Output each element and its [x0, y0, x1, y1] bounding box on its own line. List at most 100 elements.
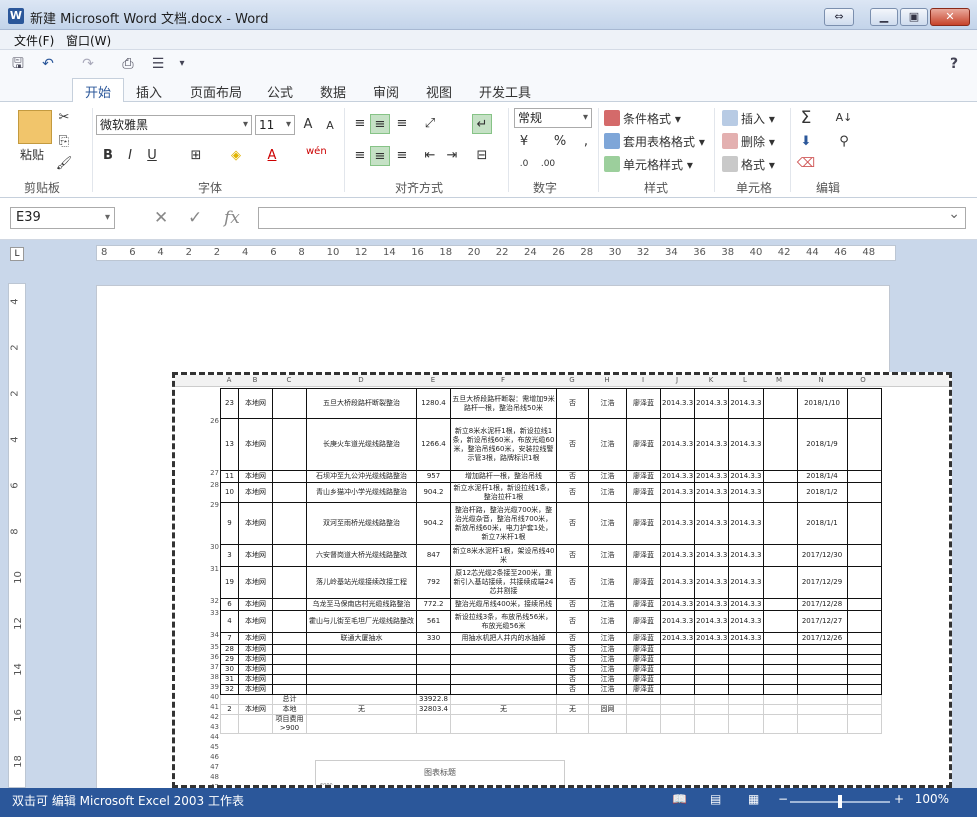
find-select-icon[interactable]: ⚲	[834, 132, 854, 152]
table-cell[interactable]	[220, 694, 239, 705]
table-cell[interactable]	[220, 714, 239, 734]
table-cell[interactable]: 28	[220, 644, 239, 655]
insert-function-icon[interactable]: fx	[224, 208, 240, 228]
delete-cells-button[interactable]: 删除 ▾	[722, 133, 775, 150]
table-cell[interactable]: 23	[220, 388, 239, 419]
table-cell[interactable]: 江浩	[588, 610, 627, 633]
format-cells-button[interactable]: 格式 ▾	[722, 156, 775, 173]
table-cell[interactable]: 561	[416, 610, 451, 633]
table-cell[interactable]	[762, 388, 798, 419]
table-cell[interactable]	[762, 704, 798, 715]
table-cell[interactable]: 石坝冲至九公沖光缆线路整治	[306, 470, 417, 483]
horizontal-ruler[interactable]: 8 6 4 2 2 4 6 8 10 12 14 16 18 20 22 24 26 28 30 32 34 36 38 40…	[96, 245, 896, 261]
table-cell[interactable]	[796, 674, 848, 685]
number-format-combo[interactable]: 常规	[514, 108, 592, 128]
table-cell[interactable]	[450, 654, 557, 665]
table-cell[interactable]: 廖泽蓝	[626, 674, 661, 685]
column-header[interactable]: E	[416, 376, 450, 384]
table-cell[interactable]: 五旦大桥段路杆断裂整治	[306, 388, 417, 419]
table-cell[interactable]	[846, 566, 882, 599]
fill-icon[interactable]: ⬇	[796, 132, 816, 152]
table-cell[interactable]: 否	[556, 388, 589, 419]
tab-formulas[interactable]: 公式	[267, 82, 293, 101]
table-cell[interactable]: 江浩	[588, 388, 627, 419]
table-cell[interactable]: 廖泽蓝	[626, 684, 661, 695]
table-cell[interactable]: 新立8米水泥杆1根，架设吊线40米	[450, 544, 557, 567]
table-cell[interactable]	[694, 664, 730, 675]
table-cell[interactable]: 2014.3.3	[728, 598, 764, 611]
table-cell[interactable]: 总计	[272, 694, 307, 705]
table-cell[interactable]	[416, 684, 451, 695]
table-cell[interactable]	[762, 598, 798, 611]
table-cell[interactable]	[272, 644, 307, 655]
table-cell[interactable]: 7	[220, 632, 239, 645]
table-cell[interactable]	[846, 704, 882, 715]
table-cell[interactable]: 2014.3.3	[659, 544, 696, 567]
table-cell[interactable]	[846, 598, 882, 611]
table-cell[interactable]: 957	[416, 470, 451, 483]
table-cell[interactable]: 32	[220, 684, 239, 695]
table-cell[interactable]: 13	[220, 418, 239, 471]
web-layout-icon[interactable]: ▦	[748, 792, 759, 806]
maximize-button[interactable]: ▣	[900, 8, 928, 26]
table-cell[interactable]	[762, 482, 798, 503]
table-cell[interactable]: 否	[556, 544, 589, 567]
table-cell[interactable]	[450, 664, 557, 675]
row-number[interactable]: 45	[187, 743, 219, 751]
table-cell[interactable]: 否	[556, 610, 589, 633]
table-cell[interactable]	[728, 674, 764, 685]
table-cell[interactable]	[762, 654, 798, 665]
row-number[interactable]: 32	[187, 597, 219, 605]
table-cell[interactable]	[762, 684, 798, 695]
table-cell[interactable]	[659, 664, 696, 675]
decrease-decimal-icon[interactable]: .00	[538, 154, 558, 174]
table-cell[interactable]	[846, 418, 882, 471]
table-cell[interactable]	[272, 544, 307, 567]
paste-button[interactable]: 粘贴	[20, 146, 44, 163]
table-cell[interactable]: 用抽水机把人井内的水抽掉	[450, 632, 557, 645]
print-preview-icon[interactable]: ⎙	[118, 54, 138, 74]
table-cell[interactable]: 19	[220, 566, 239, 599]
decrease-indent-icon[interactable]: ⇤	[420, 146, 440, 166]
name-box[interactable]: E39	[10, 207, 115, 229]
table-cell[interactable]: 2014.3.3	[659, 610, 696, 633]
table-cell[interactable]	[659, 644, 696, 655]
zoom-out-icon[interactable]: −	[778, 792, 788, 806]
table-cell[interactable]	[694, 704, 730, 715]
column-header[interactable]: M	[762, 376, 796, 384]
table-cell[interactable]	[728, 704, 764, 715]
row-number[interactable]: 27	[187, 469, 219, 477]
table-cell[interactable]: 否	[556, 502, 589, 545]
phonetic-guide-icon[interactable]: wén	[306, 146, 327, 157]
zoom-in-icon[interactable]: +	[894, 792, 904, 806]
table-cell[interactable]	[762, 418, 798, 471]
table-cell[interactable]: 否	[556, 684, 589, 695]
table-cell[interactable]	[728, 684, 764, 695]
table-cell[interactable]	[846, 544, 882, 567]
table-cell[interactable]	[659, 654, 696, 665]
table-cell[interactable]	[728, 654, 764, 665]
table-cell[interactable]	[762, 664, 798, 675]
table-cell[interactable]: 增加路杆一根，整治吊线	[450, 470, 557, 483]
table-cell[interactable]: 本地网	[238, 664, 273, 675]
column-header[interactable]: C	[272, 376, 306, 384]
table-cell[interactable]	[796, 714, 848, 734]
table-cell[interactable]: 江浩	[588, 470, 627, 483]
table-cell[interactable]	[762, 566, 798, 599]
table-cell[interactable]: 联通大厦抽水	[306, 632, 417, 645]
table-cell[interactable]: 六安督岗道大桥光缆线路整改	[306, 544, 417, 567]
table-cell[interactable]: 2014.3.3	[694, 388, 730, 419]
table-cell[interactable]: 2014.3.3	[694, 566, 730, 599]
table-cell[interactable]	[659, 684, 696, 695]
table-cell[interactable]	[846, 654, 882, 665]
table-cell[interactable]	[238, 714, 273, 734]
orientation-icon[interactable]: ⤢	[420, 114, 440, 134]
table-cell[interactable]: 本地网	[238, 684, 273, 695]
table-cell[interactable]: 本地网	[238, 704, 273, 715]
table-cell[interactable]	[306, 694, 417, 705]
border-icon[interactable]: ⊞	[186, 146, 206, 166]
column-header[interactable]: O	[846, 376, 880, 384]
minimize-button[interactable]: ▁	[870, 8, 898, 26]
table-cell[interactable]: 否	[556, 674, 589, 685]
row-number[interactable]: 40	[187, 693, 219, 701]
